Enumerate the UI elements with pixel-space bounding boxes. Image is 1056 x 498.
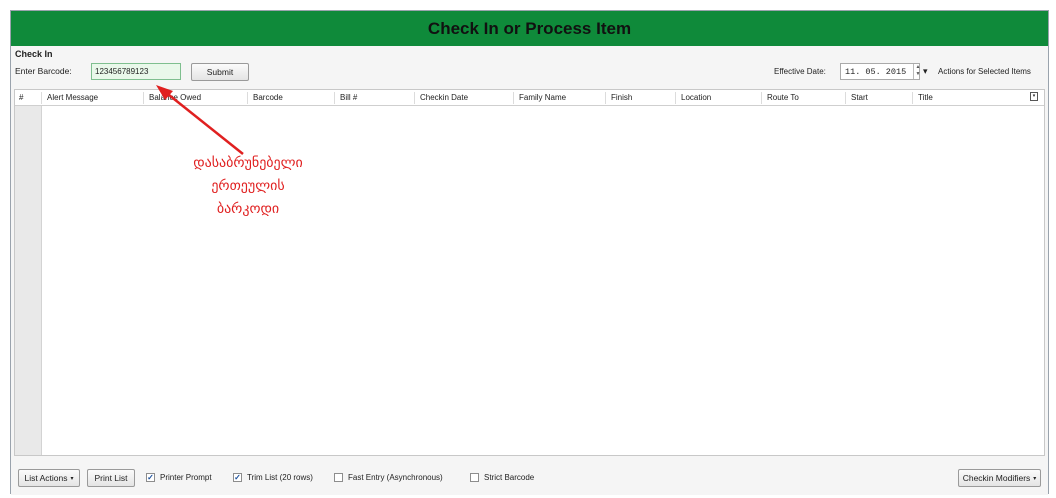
checkin-modifiers-button[interactable]: Checkin Modifiers ▾ <box>958 469 1041 487</box>
column-divider <box>675 92 676 104</box>
column-header-balance-owed[interactable]: Balance Owed <box>149 93 201 102</box>
list-actions-button[interactable]: List Actions ▾ <box>18 469 80 487</box>
annotation-text: დასაბრუნებელი ერთეულის ბარკოდი <box>188 152 308 221</box>
checkbox-icon: ✓ <box>146 473 155 482</box>
column-header-alert-message[interactable]: Alert Message <box>47 93 98 102</box>
date-spinner[interactable]: ▲ ▼ <box>913 64 922 79</box>
column-divider <box>41 92 42 104</box>
effective-date-label: Effective Date: <box>774 67 826 76</box>
checkbox-icon: ✓ <box>233 473 242 482</box>
column-chooser-icon[interactable]: ▾ <box>1030 92 1038 101</box>
checkbox-label: Trim List (20 rows) <box>247 473 313 482</box>
column-header-start[interactable]: Start <box>851 93 868 102</box>
list-actions-label: List Actions <box>24 473 68 483</box>
column-header-barcode[interactable]: Barcode <box>253 93 283 102</box>
column-header-family-name[interactable]: Family Name <box>519 93 566 102</box>
column-header-bill-number[interactable]: Bill # <box>340 93 357 102</box>
checkbox-label: Printer Prompt <box>160 473 212 482</box>
checkbox-icon <box>334 473 343 482</box>
table-header: # Alert Message Balance Owed Barcode Bil… <box>15 90 1044 106</box>
checkin-section-label: Check In <box>15 49 53 59</box>
trim-list-checkbox[interactable]: ✓ Trim List (20 rows) <box>233 473 313 482</box>
window-title: Check In or Process Item <box>427 18 632 38</box>
strict-barcode-checkbox[interactable]: Strict Barcode <box>470 473 534 482</box>
checkin-window: Check In or Process Item Check In Enter … <box>10 10 1049 495</box>
chevron-down-icon: ▾ <box>70 475 74 482</box>
annotation-line: ბარკოდი <box>216 201 280 217</box>
window-title-bar: Check In or Process Item <box>11 11 1048 47</box>
column-divider <box>334 92 335 104</box>
checkin-modifiers-label: Checkin Modifiers <box>962 473 1031 483</box>
column-header-finish[interactable]: Finish <box>611 93 632 102</box>
printer-prompt-checkbox[interactable]: ✓ Printer Prompt <box>146 473 212 482</box>
checkbox-label: Fast Entry (Asynchronous) <box>348 473 443 482</box>
actions-for-selected-items[interactable]: Actions for Selected Items <box>938 67 1031 76</box>
column-header-title[interactable]: Title <box>918 93 933 102</box>
column-divider <box>247 92 248 104</box>
column-divider <box>845 92 846 104</box>
checkbox-icon <box>470 473 479 482</box>
date-dropdown-icon[interactable]: ▾ <box>923 66 928 77</box>
row-header-column <box>15 90 42 455</box>
checkin-items-table[interactable]: # Alert Message Balance Owed Barcode Bil… <box>14 89 1045 456</box>
print-list-button[interactable]: Print List <box>87 469 135 487</box>
column-header-number[interactable]: # <box>19 93 23 102</box>
column-divider <box>605 92 606 104</box>
column-divider <box>912 92 913 104</box>
checkin-panel: Check In Enter Barcode: Submit Effective… <box>11 46 1048 495</box>
submit-button[interactable]: Submit <box>191 63 249 81</box>
chevron-down-icon: ▾ <box>1033 475 1037 482</box>
column-divider <box>761 92 762 104</box>
fast-entry-checkbox[interactable]: Fast Entry (Asynchronous) <box>334 473 443 482</box>
column-divider <box>414 92 415 104</box>
effective-date-field[interactable]: 11. 05. 2015 <box>840 63 920 80</box>
barcode-label: Enter Barcode: <box>15 66 72 76</box>
footer-toolbar: List Actions ▾ Print List ✓ Printer Prom… <box>14 459 1045 489</box>
barcode-input[interactable] <box>91 63 181 80</box>
column-header-location[interactable]: Location <box>681 93 711 102</box>
checkbox-label: Strict Barcode <box>484 473 535 482</box>
annotation-line: ერთეულის <box>211 178 285 194</box>
column-header-checkin-date[interactable]: Checkin Date <box>420 93 468 102</box>
effective-date-value: 11. 05. 2015 <box>845 66 907 77</box>
column-divider <box>513 92 514 104</box>
column-divider <box>143 92 144 104</box>
annotation-line: დასაბრუნებელი <box>193 155 303 171</box>
column-header-route-to[interactable]: Route To <box>767 93 799 102</box>
